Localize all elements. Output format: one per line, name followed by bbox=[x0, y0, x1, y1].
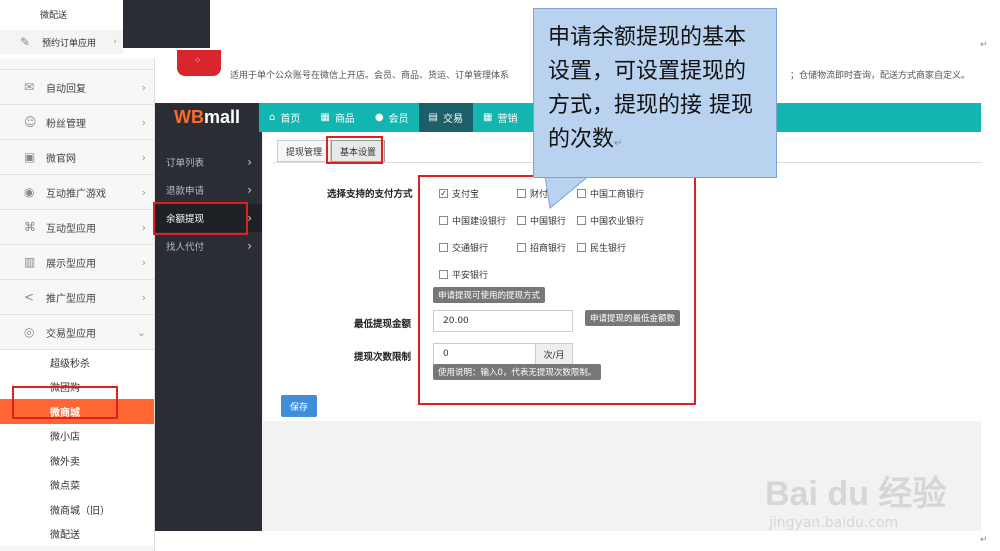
subitem-order-dish[interactable]: 微点菜 bbox=[0, 472, 154, 497]
speech-bubble-icon: ✉ bbox=[24, 80, 35, 94]
chevron-right-icon: › bbox=[141, 220, 146, 234]
return-mark: ↵ bbox=[980, 535, 988, 545]
baidu-watermark: Bai du 经验 jingyan.baidu.com bbox=[765, 466, 946, 531]
chevron-right-icon: › bbox=[141, 80, 146, 94]
subitem-delivery[interactable]: 微配送 bbox=[0, 521, 154, 546]
nav-marketing[interactable]: ▦ 营销 bbox=[473, 103, 527, 132]
sidebar-item-display[interactable]: ▥ 展示型应用 › bbox=[0, 245, 154, 280]
nav-products[interactable]: ▦ 商品 bbox=[310, 103, 364, 132]
limit-label: 提现次数限制 bbox=[354, 352, 412, 363]
min-amount-label: 最低提现金额 bbox=[354, 319, 412, 330]
users-icon: ☺ bbox=[24, 115, 37, 129]
brand-logo[interactable]: WB mall bbox=[155, 103, 259, 132]
trade-item-refunds[interactable]: 退款申请 › bbox=[155, 176, 262, 204]
left-sidebar: ✉ 自动回复 › ☺ 粉丝管理 › ▣ 微官网 › ◉ 互动推广游戏 › ⌘ 互动型应用 › ▥ 展示… bbox=[0, 58, 155, 551]
nav-trade[interactable]: ▤ 交易 bbox=[418, 103, 473, 132]
trade-item-orders[interactable]: 订单列表 › bbox=[155, 148, 262, 176]
chevron-right-icon: › bbox=[141, 150, 146, 164]
banner-description-tail: ；仓储物流即时查询，配送方式商家自定义。 bbox=[790, 71, 971, 81]
sidebar-item-fans[interactable]: ☺ 粉丝管理 › bbox=[0, 105, 154, 140]
save-button[interactable]: 保存 bbox=[281, 395, 317, 417]
user-icon: ● bbox=[374, 112, 384, 123]
command-icon: ⌘ bbox=[24, 220, 36, 234]
app-logo: ⁘ bbox=[177, 50, 221, 76]
sidebar-item-games[interactable]: ◉ 互动推广游戏 › bbox=[0, 175, 154, 210]
grid-icon: ▦ bbox=[483, 112, 493, 123]
chevron-right-icon: › bbox=[141, 115, 146, 129]
grid-icon: ▦ bbox=[320, 112, 330, 123]
chevron-down-icon: ⌄ bbox=[136, 325, 146, 339]
subitem-mall-old[interactable]: 微商城（旧） bbox=[0, 497, 154, 522]
subitem-takeaway[interactable]: 微外卖 bbox=[0, 448, 154, 473]
trade-icon: ◎ bbox=[24, 325, 35, 339]
tab-withdraw-management[interactable]: 提现管理 bbox=[277, 140, 332, 162]
sidebar-item-promotion[interactable]: < 推广型应用 › bbox=[0, 280, 154, 315]
chevron-right-icon: › bbox=[141, 290, 146, 304]
display-icon: ▥ bbox=[24, 255, 36, 269]
edit-icon: ✎ bbox=[20, 35, 31, 49]
annotation-box-withdraw bbox=[153, 202, 248, 235]
payment-methods-label: 选择支持的支付方式 bbox=[327, 189, 413, 200]
sidebar-item-booking[interactable]: ✎ 预约订单应用 › bbox=[0, 30, 123, 54]
list-icon: ▤ bbox=[428, 112, 438, 123]
chevron-right-icon: › bbox=[247, 183, 252, 197]
nav-members[interactable]: ● 会员 bbox=[365, 103, 419, 132]
top-crop-area: 微配送 ✎ 预约订单应用 › bbox=[0, 0, 210, 54]
callout-text: 申请余额提现的基本设置，可设置提现的方式，提现的接 提现的次数 bbox=[548, 25, 753, 152]
dark-panel-crop bbox=[123, 0, 210, 48]
trade-item-proxy-pay[interactable]: 找人代付 › bbox=[155, 232, 262, 260]
subitem-seckill[interactable]: 超级秒杀 bbox=[0, 350, 154, 375]
chevron-right-icon: › bbox=[113, 37, 117, 47]
annotation-box-mall bbox=[12, 386, 118, 419]
sidebar-item-auto-reply[interactable]: ✉ 自动回复 › bbox=[0, 70, 154, 105]
watermark-url: jingyan.baidu.com bbox=[769, 515, 899, 531]
sidebar-item-partial bbox=[0, 58, 154, 70]
home-icon: ⌂ bbox=[269, 112, 276, 123]
website-icon: ▣ bbox=[24, 150, 36, 164]
sidebar-item-weipeisong-top[interactable]: 微配送 bbox=[0, 2, 123, 26]
sidebar-item-trade[interactable]: ◎ 交易型应用 ⌄ bbox=[0, 315, 154, 350]
sidebar-item-interactive[interactable]: ⌘ 互动型应用 › bbox=[0, 210, 154, 245]
watermark-main: Bai du 经验 bbox=[765, 475, 947, 513]
gamepad-icon: ◉ bbox=[24, 185, 35, 199]
chevron-right-icon: › bbox=[141, 185, 146, 199]
return-mark: ↵ bbox=[980, 40, 988, 50]
nav-home[interactable]: ⌂ 首页 bbox=[259, 103, 310, 132]
chevron-right-icon: › bbox=[141, 255, 146, 269]
sidebar-item-website[interactable]: ▣ 微官网 › bbox=[0, 140, 154, 175]
chevron-right-icon: › bbox=[247, 239, 252, 253]
annotation-box-basic-settings bbox=[326, 136, 383, 164]
share-icon: < bbox=[24, 290, 35, 304]
trade-sidebar: 订单列表 › 退款申请 › 余额提现 › 找人代付 › bbox=[155, 132, 262, 531]
callout-bubble: 申请余额提现的基本设置，可设置提现的方式，提现的接 提现的次数↵ bbox=[533, 8, 777, 178]
chevron-right-icon: › bbox=[247, 155, 252, 169]
subitem-mini-shop[interactable]: 微小店 bbox=[0, 423, 154, 448]
